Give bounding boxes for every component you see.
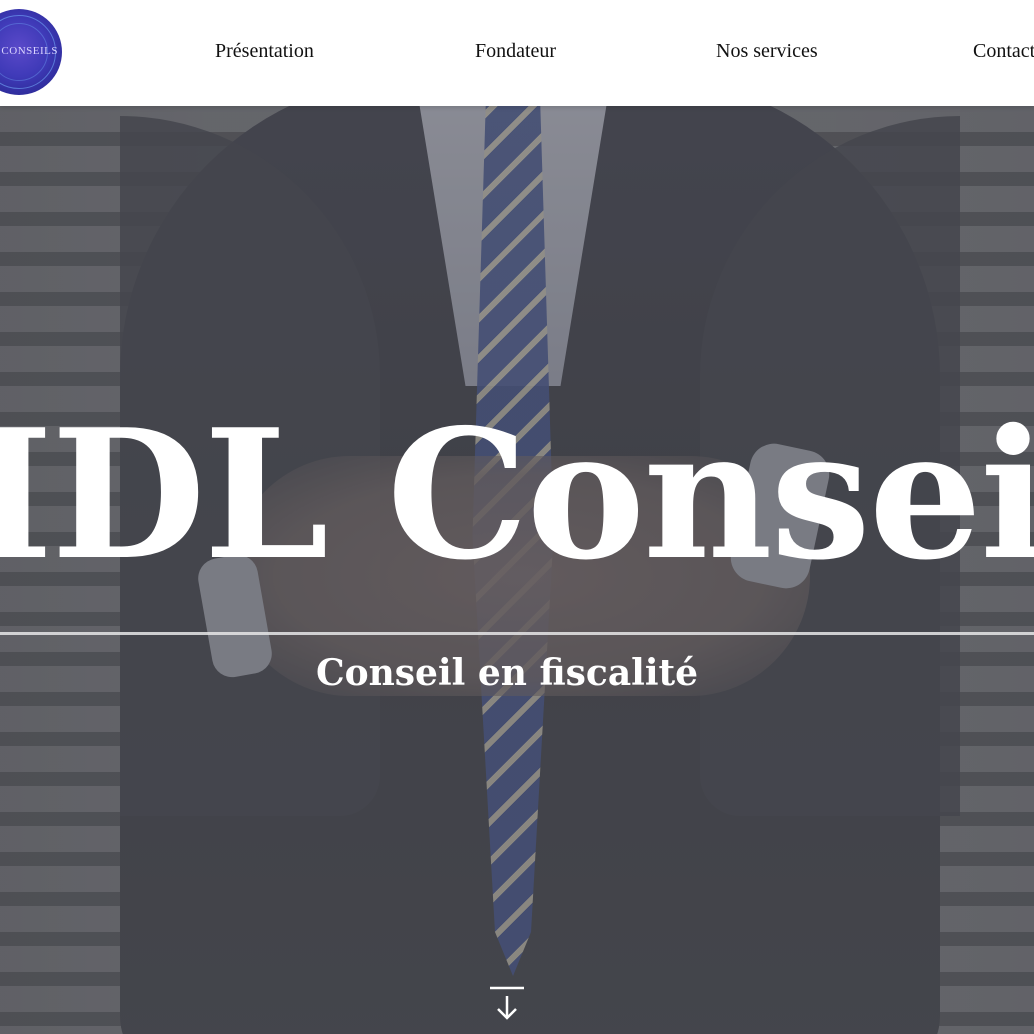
hero-title: IDL Conseil bbox=[0, 390, 1034, 599]
nav-item-fondateur[interactable]: Fondateur bbox=[475, 40, 556, 63]
nav-item-contact[interactable]: Contact bbox=[973, 40, 1034, 63]
site-header: L CONSEILS Présentation Fondateur Nos se… bbox=[0, 0, 1034, 106]
page: L CONSEILS Présentation Fondateur Nos se… bbox=[0, 0, 1034, 1034]
arrow-down-to-line-icon[interactable] bbox=[488, 986, 526, 1022]
hero-divider bbox=[0, 632, 1034, 635]
nav-item-presentation[interactable]: Présentation bbox=[215, 40, 314, 63]
main-nav: Présentation Fondateur Nos services Cont… bbox=[0, 0, 1034, 106]
hero-subtitle: Conseil en fiscalité bbox=[315, 652, 699, 694]
hero-section: IDL Conseil Conseil en fiscalité bbox=[0, 106, 1034, 1034]
nav-item-services[interactable]: Nos services bbox=[716, 40, 818, 63]
